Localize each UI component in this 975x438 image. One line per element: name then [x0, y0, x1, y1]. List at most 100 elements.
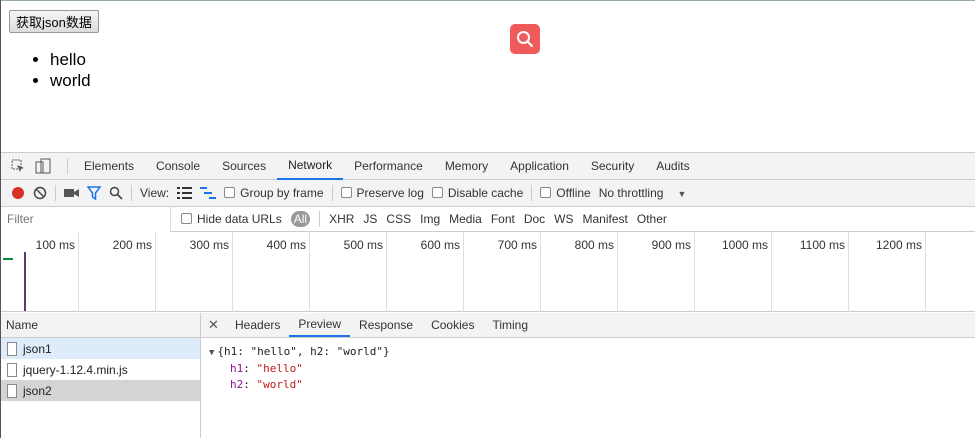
- tab-preview[interactable]: Preview: [289, 313, 351, 337]
- filter-input[interactable]: [1, 206, 171, 232]
- tab-sources[interactable]: Sources: [211, 153, 277, 180]
- json-root[interactable]: ▼ {h1: "hello", h2: "world"}: [209, 344, 975, 361]
- record-icon[interactable]: [11, 186, 25, 200]
- timeline-tick-label: 700 ms: [497, 238, 537, 252]
- large-rows-icon[interactable]: [177, 187, 193, 199]
- timeline-gridline: [155, 232, 156, 312]
- tab-elements[interactable]: Elements: [73, 153, 145, 180]
- checkbox[interactable]: [340, 187, 352, 198]
- filter-media[interactable]: Media: [449, 212, 482, 226]
- tab-console[interactable]: Console: [145, 153, 211, 180]
- offline-checkbox[interactable]: Offline: [540, 186, 591, 200]
- search-icon[interactable]: [109, 186, 123, 200]
- group-by-frame-checkbox[interactable]: Group by frame: [224, 186, 324, 200]
- name-column-header[interactable]: Name: [1, 313, 200, 338]
- timeline-tick-label: 1200 ms: [875, 238, 922, 252]
- clear-icon[interactable]: [33, 186, 47, 200]
- expand-triangle-icon[interactable]: ▼: [209, 348, 214, 358]
- dom-loaded-marker: [3, 258, 13, 260]
- tab-application[interactable]: Application: [499, 153, 580, 180]
- filter-js[interactable]: JS: [363, 212, 377, 226]
- filter-all[interactable]: All: [290, 211, 311, 227]
- search-icon: [517, 31, 534, 48]
- filter-icon[interactable]: [87, 186, 101, 200]
- screen: 获取json数据 hello world: [0, 0, 975, 438]
- divider: [55, 185, 56, 201]
- preserve-log-checkbox[interactable]: Preserve log: [340, 186, 424, 200]
- timeline-tick-label: 600 ms: [420, 238, 460, 252]
- detail-tabs: ✕ Headers Preview Response Cookies Timin…: [201, 313, 975, 338]
- divider: [131, 185, 132, 201]
- list-item: world: [50, 70, 91, 91]
- table-row[interactable]: json2: [1, 380, 200, 401]
- tab-security[interactable]: Security: [580, 153, 645, 180]
- resource-type-filters: Hide data URLs All XHR JS CSS Img Media …: [181, 211, 667, 227]
- table-row[interactable]: json1: [1, 338, 200, 359]
- timeline-gridline: [540, 232, 541, 312]
- timeline-gridline: [848, 232, 849, 312]
- filter-manifest[interactable]: Manifest: [583, 212, 628, 226]
- table-row[interactable]: jquery-1.12.4.min.js: [1, 359, 200, 380]
- filter-doc[interactable]: Doc: [524, 212, 545, 226]
- page-viewport: 获取json数据 hello world: [1, 0, 975, 152]
- filter-font[interactable]: Font: [491, 212, 515, 226]
- dropdown-arrow-icon: ▼: [677, 189, 687, 199]
- timeline-gridline: [232, 232, 233, 312]
- devtools-panel: Elements Console Sources Network Perform…: [1, 152, 975, 438]
- camera-icon[interactable]: [64, 187, 79, 199]
- network-overview-timeline[interactable]: 100 ms 200 ms 300 ms 400 ms 500 ms 600 ms 700 …: [1, 232, 975, 312]
- request-list: Name json1 jquery-1.12.4.min.js json2: [1, 313, 201, 438]
- filter-bar: Hide data URLs All XHR JS CSS Img Media …: [1, 206, 975, 232]
- filter-other[interactable]: Other: [637, 212, 667, 226]
- view-label: View:: [140, 186, 170, 200]
- filter-css[interactable]: CSS: [386, 212, 411, 226]
- tab-headers[interactable]: Headers: [226, 313, 289, 337]
- timeline-tick-label: 500 ms: [343, 238, 383, 252]
- divider: [67, 158, 68, 174]
- timeline-tick-label: 200 ms: [112, 238, 152, 252]
- list-item: hello: [50, 49, 91, 70]
- devtools-tabs: Elements Console Sources Network Perform…: [73, 153, 701, 180]
- timeline-gridline: [694, 232, 695, 312]
- timeline-tick-label: 1000 ms: [721, 238, 768, 252]
- file-icon: [7, 341, 17, 356]
- checkbox[interactable]: [224, 187, 236, 198]
- tab-network[interactable]: Network: [277, 153, 344, 180]
- timeline-gridline: [617, 232, 618, 312]
- timeline-gridline: [78, 232, 79, 312]
- json-property: h2: "world": [230, 378, 303, 391]
- timeline-gridline: [309, 232, 310, 312]
- tab-timing[interactable]: Timing: [483, 313, 537, 337]
- checkbox[interactable]: [540, 187, 552, 198]
- timeline-gridline: [925, 232, 926, 312]
- get-json-button[interactable]: 获取json数据: [9, 10, 99, 33]
- request-detail: ✕ Headers Preview Response Cookies Timin…: [201, 313, 975, 438]
- divider: [319, 211, 321, 227]
- network-split: Name json1 jquery-1.12.4.min.js json2 ✕ …: [1, 313, 975, 438]
- search-fab[interactable]: [510, 24, 540, 54]
- filter-img[interactable]: Img: [420, 212, 440, 226]
- timeline-gridline: [386, 232, 387, 312]
- timeline-tick-label: 400 ms: [266, 238, 306, 252]
- tab-response[interactable]: Response: [350, 313, 422, 337]
- json-property: h1: "hello": [230, 362, 303, 375]
- timeline-gridline: [771, 232, 772, 312]
- checkbox[interactable]: [181, 213, 192, 224]
- tab-performance[interactable]: Performance: [343, 153, 434, 180]
- tab-cookies[interactable]: Cookies: [422, 313, 483, 337]
- devtools-tabbar: Elements Console Sources Network Perform…: [1, 153, 975, 180]
- device-toolbar-icon[interactable]: [35, 158, 51, 174]
- tab-memory[interactable]: Memory: [434, 153, 499, 180]
- tab-audits[interactable]: Audits: [645, 153, 700, 180]
- checkbox[interactable]: [431, 187, 443, 198]
- disable-cache-checkbox[interactable]: Disable cache: [431, 186, 523, 200]
- throttling-select[interactable]: No throttling ▼: [599, 186, 687, 200]
- waterfall-icon[interactable]: [200, 187, 217, 199]
- filter-ws[interactable]: WS: [554, 212, 573, 226]
- result-list: hello world: [50, 49, 91, 91]
- inspect-element-icon[interactable]: [11, 159, 26, 174]
- filter-xhr[interactable]: XHR: [329, 212, 354, 226]
- file-icon: [7, 362, 17, 377]
- hide-data-urls-checkbox[interactable]: Hide data URLs: [181, 212, 282, 226]
- close-icon[interactable]: ✕: [201, 313, 226, 337]
